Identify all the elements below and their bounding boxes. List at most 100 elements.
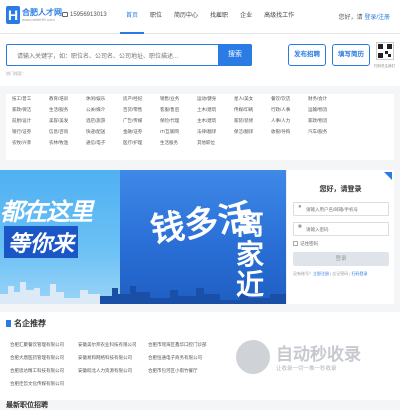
category-item[interactable]: 法律/翻译 (197, 129, 234, 138)
qr-login-link[interactable]: 扫码登录 (352, 271, 368, 276)
category-item[interactable]: 收银/导购 (271, 129, 308, 138)
category-item[interactable]: 家政/保洁 (12, 107, 49, 116)
watermark: 自动秒收录 让收录一切一推一秒收录 (236, 338, 386, 378)
company-link[interactable]: 合肥思达精工科技有限公司 (10, 368, 64, 374)
category-item[interactable]: 星人/美女 (234, 96, 271, 105)
category-item[interactable]: 教育/培训 (49, 96, 86, 105)
login-register-link[interactable]: 登录/注册 (364, 15, 390, 21)
category-item[interactable]: 休闲/娱乐 (86, 96, 123, 105)
username-input[interactable] (306, 203, 386, 215)
search-input[interactable] (7, 47, 213, 67)
banner-line1: 都在这里 (0, 198, 93, 226)
category-item[interactable]: 保险/代理 (160, 118, 197, 127)
company-link[interactable]: 安徽皖北人力资源有限公司 (78, 368, 132, 374)
category-item[interactable]: 家装/装修 (234, 118, 271, 127)
checkbox[interactable] (293, 241, 298, 246)
category-item[interactable]: 通信/电子 (86, 140, 123, 149)
top-header: H 合肥人才网 www.hefeiHR.com 15956913013 首页 职… (0, 0, 400, 34)
password-input[interactable] (306, 223, 386, 235)
category-item[interactable]: 销售/业务 (160, 96, 197, 105)
register-link[interactable]: 立即注册 (313, 271, 329, 276)
category-item[interactable]: 广告/传媒 (123, 118, 160, 127)
search-box: 搜索 (6, 44, 252, 67)
category-item[interactable]: 医疗/护理 (123, 140, 160, 149)
category-row: 银行/证券 信息/咨询 快递/配送 金融/证券 IT/互联网 法律/翻译 保洁/… (6, 127, 394, 138)
category-item[interactable]: 主木/建筑 (197, 118, 234, 127)
login-button[interactable]: 登录 (293, 252, 389, 266)
category-item[interactable]: 快递/配送 (86, 129, 123, 138)
next-section-title: 最新职位招聘 (6, 402, 48, 409)
logo-letter: H (6, 6, 20, 24)
category-item[interactable]: 银行/证券 (12, 129, 49, 138)
category-item[interactable]: 行政/人事 (271, 107, 308, 116)
nav-home[interactable]: 首页 (120, 0, 145, 34)
nav-advanced[interactable]: 高级找工作 (258, 0, 300, 34)
nav-jobs[interactable]: 职位 (144, 0, 168, 34)
category-item[interactable]: IT/互联网 (160, 129, 197, 138)
category-item[interactable]: 前厨/设计 (12, 118, 49, 127)
category-item[interactable]: 土木/建筑 (197, 107, 234, 116)
forgot-link[interactable]: 忘记密码 (332, 271, 348, 276)
category-item[interactable]: 客服/售后 (160, 107, 197, 116)
category-item[interactable]: 生活服务 (160, 140, 197, 149)
phone-number: 15956913013 (70, 12, 107, 18)
company-link[interactable]: 合肥恒通电子商务有限公司 (148, 355, 202, 361)
category-item[interactable]: 百货/零售 (123, 107, 160, 116)
watermark-title: 自动秒收录 (276, 345, 361, 365)
main-nav: 首页 职位 简历中心 找雇职 企业 高级找工作 (120, 0, 300, 34)
company-link[interactable]: 合肥汇聚餐饮管理有限公司 (10, 342, 64, 348)
category-item[interactable]: 人事/人力 (271, 118, 308, 127)
no-account-text: 没有账号？ (293, 271, 313, 276)
nav-companies[interactable]: 企业 (234, 0, 258, 34)
nav-find[interactable]: 找雇职 (204, 0, 234, 34)
qr-login-corner-icon[interactable] (384, 172, 392, 180)
register-links: 没有账号？立即注册 | 忘记密码 | 扫码登录 (293, 271, 368, 276)
category-item[interactable]: 农林/牧渔 (49, 140, 86, 149)
category-item[interactable]: 财务/会计 (308, 96, 345, 105)
category-item[interactable]: 技工/普工 (12, 96, 49, 105)
nav-resumes[interactable]: 简历中心 (168, 0, 204, 34)
search-section: 搜索 热门搜索： 发布招聘 填写简历 扫码关注我们 (0, 34, 400, 86)
phone-icon (62, 12, 68, 17)
category-item[interactable]: 汽车/服务 (308, 129, 345, 138)
login-panel: 您好，请登录 ● ■ 记住密码 登录 没有账号？立即注册 | 忘记密码 | 扫码… (286, 170, 394, 304)
category-item[interactable]: 运输/物流 (308, 107, 345, 116)
promo-banner[interactable]: 都在这里 等你来 钱多活 离家近 (0, 170, 286, 304)
category-item[interactable]: 农牧/兴菲 (12, 140, 49, 149)
company-link[interactable]: 安徽易和网络科技有限公司 (78, 355, 132, 361)
category-item[interactable]: 公关/媒介 (86, 107, 123, 116)
site-logo[interactable]: H 合肥人才网 www.hefeiHR.com (6, 6, 62, 28)
banner-right2: 离家近 (236, 208, 265, 301)
category-item[interactable]: 餐饮/饮店 (271, 96, 308, 105)
company-link[interactable]: 合肥佳哲文化传媒有限公司 (10, 381, 64, 387)
category-item[interactable]: 其他职位 (197, 140, 234, 149)
company-link[interactable]: 合肥市包河区小雨竹餐厅 (148, 368, 198, 374)
category-row: 家政/保洁 生活/服务 公关/媒介 百货/零售 客服/售后 土木/建筑 传媒/印… (6, 105, 394, 116)
category-row: 农牧/兴菲 农林/牧渔 通信/电子 医疗/护理 生活服务 其他职位 (6, 138, 394, 149)
remember-password[interactable]: 记住密码 (293, 241, 318, 247)
category-item[interactable]: 美容/美发 (49, 118, 86, 127)
category-item[interactable]: 生活/服务 (49, 107, 86, 116)
category-item[interactable]: 传媒/印刷 (234, 107, 271, 116)
category-item[interactable]: 金融/证券 (123, 129, 160, 138)
title-marker-icon (6, 320, 11, 327)
category-item[interactable]: 房产/经纪 (123, 96, 160, 105)
category-item[interactable]: 家政/物流 (308, 118, 345, 127)
company-link[interactable]: 合肥市瑶海区鑫华口腔门诊部 (148, 342, 207, 348)
job-categories: 技工/普工 教育/培训 休闲/娱乐 房产/经纪 销售/业务 运动/健身 星人/美… (6, 94, 394, 160)
category-row: 前厨/设计 美容/美发 酒店/旅游 广告/传媒 保险/代理 主木/建筑 家装/装… (6, 116, 394, 127)
user-icon: ● (298, 204, 302, 210)
company-link[interactable]: 合肥大唐医药管理有限公司 (10, 355, 64, 361)
greeting-text: 您好，请 (338, 15, 363, 21)
company-link[interactable]: 安徽美尔邦农业科技有限公司 (78, 342, 137, 348)
category-item[interactable]: 保洁/翻译 (234, 129, 271, 138)
category-item[interactable]: 运动/健身 (197, 96, 234, 105)
post-job-button[interactable]: 发布招聘 (288, 44, 326, 66)
category-item[interactable]: 信息/咨询 (49, 129, 86, 138)
category-item[interactable]: 酒店/旅游 (86, 118, 123, 127)
qr-code-icon (376, 42, 394, 60)
fill-resume-button[interactable]: 填写简历 (332, 44, 370, 66)
search-button[interactable]: 搜索 (218, 44, 252, 66)
qr-label: 扫码关注我们 (374, 64, 395, 68)
watermark-subtitle: 让收录一切一推一秒收录 (276, 366, 337, 372)
